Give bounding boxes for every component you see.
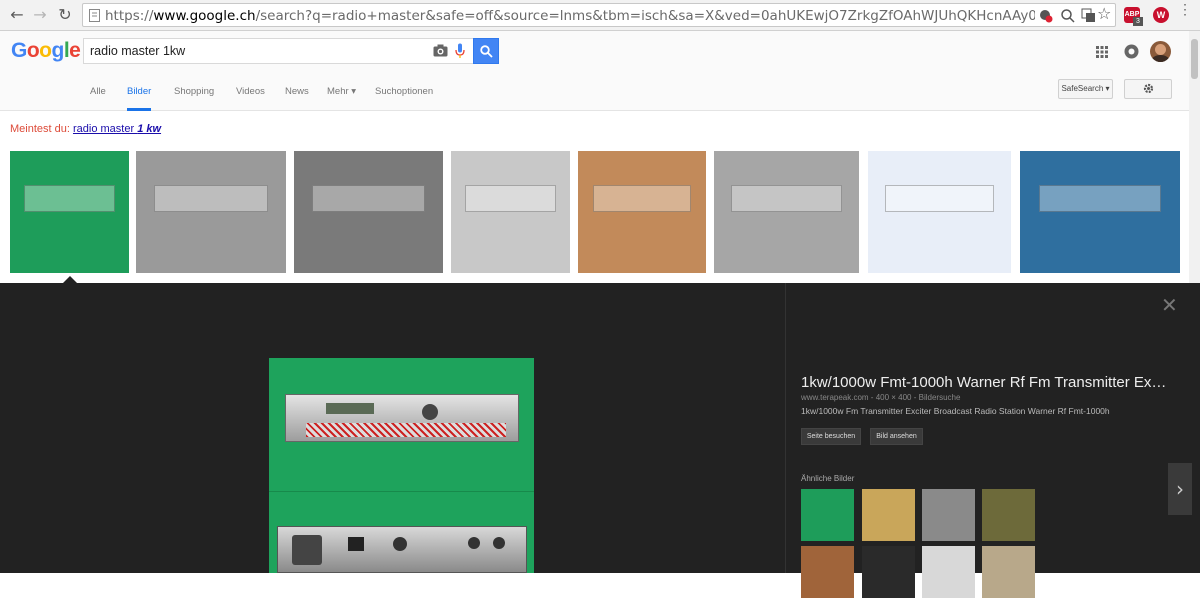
image-result-thumbnail[interactable] bbox=[451, 151, 570, 273]
similar-image-thumbnail[interactable] bbox=[982, 546, 1035, 598]
page-info-icon[interactable] bbox=[89, 9, 100, 22]
image-result-thumbnail[interactable] bbox=[714, 151, 859, 273]
similar-image-thumbnail[interactable] bbox=[862, 489, 915, 541]
close-icon[interactable]: ✕ bbox=[1161, 293, 1178, 317]
back-icon[interactable]: ← bbox=[8, 6, 26, 24]
camera-icon[interactable] bbox=[433, 44, 448, 57]
preview-image[interactable] bbox=[269, 358, 534, 573]
did-you-mean-link[interactable]: radio master 1 kw bbox=[73, 123, 161, 135]
browser-toolbar: ← → ↻ https://www.google.ch/search?q=rad… bbox=[0, 0, 1200, 31]
next-image-button[interactable]: › bbox=[1168, 463, 1192, 515]
microphone-icon[interactable] bbox=[455, 43, 465, 59]
did-you-mean: Meintest du: radio master 1 kw bbox=[10, 123, 161, 135]
search-button[interactable] bbox=[473, 38, 499, 64]
zoom-icon[interactable] bbox=[1061, 9, 1075, 23]
search-input[interactable] bbox=[90, 42, 420, 60]
reload-icon[interactable]: ↻ bbox=[56, 6, 74, 24]
similar-image-thumbnail[interactable] bbox=[801, 489, 854, 541]
image-result-thumbnail[interactable] bbox=[10, 151, 129, 273]
similar-image-thumbnail[interactable] bbox=[922, 546, 975, 598]
forward-icon[interactable]: → bbox=[31, 6, 49, 24]
logo-letter: o bbox=[26, 39, 40, 62]
bookmark-star-icon[interactable]: ☆ bbox=[1097, 4, 1111, 23]
menu-icon[interactable]: ⋮ bbox=[1178, 2, 1192, 16]
image-result-thumbnail[interactable] bbox=[578, 151, 706, 273]
search-box bbox=[83, 38, 474, 64]
address-bar[interactable]: https://www.google.ch/search?q=radio+mas… bbox=[82, 3, 1116, 27]
logo-letter: G bbox=[11, 39, 27, 62]
viewer-title[interactable]: 1kw/1000w Fmt-1000h Warner Rf Fm Transmi… bbox=[801, 374, 1166, 391]
scrollbar-thumb[interactable] bbox=[1191, 39, 1198, 79]
notifications-icon[interactable] bbox=[1124, 44, 1139, 59]
logo-letter: g bbox=[51, 39, 65, 62]
image-result-thumbnail[interactable] bbox=[136, 151, 286, 273]
blocked-content-icon[interactable] bbox=[1039, 9, 1053, 23]
similar-image-thumbnail[interactable] bbox=[862, 546, 915, 598]
image-result-thumbnail[interactable] bbox=[294, 151, 443, 273]
page-scrollbar[interactable] bbox=[1189, 31, 1200, 283]
similar-images-label: Ähnliche Bilder bbox=[801, 474, 855, 483]
google-logo[interactable]: Google bbox=[11, 39, 81, 63]
adblock-count-badge: 3 bbox=[1133, 17, 1143, 26]
translate-icon[interactable] bbox=[1081, 8, 1096, 23]
extension-w-icon[interactable]: W bbox=[1153, 7, 1169, 23]
view-image-button[interactable]: Bild ansehen bbox=[870, 428, 923, 445]
did-you-mean-label: Meintest du: bbox=[10, 123, 70, 135]
logo-letter: o bbox=[39, 39, 52, 62]
image-viewer: 1kw/1000w Fmt-1000h Warner Rf Fm Transmi… bbox=[0, 283, 1200, 598]
search-icon bbox=[479, 45, 493, 58]
tab-alle[interactable]: Alle bbox=[90, 83, 106, 111]
tab-videos[interactable]: Videos bbox=[236, 83, 265, 111]
similar-image-thumbnail[interactable] bbox=[982, 489, 1035, 541]
selected-pointer bbox=[63, 276, 77, 283]
tab-news[interactable]: News bbox=[285, 83, 309, 111]
safesearch-button[interactable]: SafeSearch ▾ bbox=[1058, 79, 1113, 99]
viewer-source: www.terapeak.com - 400 × 400 - Bildersuc… bbox=[801, 393, 961, 402]
viewer-description: 1kw/1000w Fm Transmitter Exciter Broadca… bbox=[801, 406, 1110, 416]
settings-button[interactable] bbox=[1124, 79, 1172, 99]
tab-mehr[interactable]: Mehr ▾ bbox=[327, 83, 356, 111]
tab-shopping[interactable]: Shopping bbox=[174, 83, 214, 111]
google-header: Google AlleBilderS bbox=[0, 31, 1200, 111]
image-result-thumbnail[interactable] bbox=[868, 151, 1011, 273]
visit-page-button[interactable]: Seite besuchen bbox=[801, 428, 861, 445]
tab-suchoptionen[interactable]: Suchoptionen bbox=[375, 83, 433, 111]
similar-image-thumbnail[interactable] bbox=[801, 546, 854, 598]
tab-bilder[interactable]: Bilder bbox=[127, 83, 152, 111]
gear-icon bbox=[1143, 83, 1153, 94]
url-text: https://www.google.ch/search?q=radio+mas… bbox=[105, 8, 1035, 24]
similar-image-thumbnail[interactable] bbox=[922, 489, 975, 541]
logo-letter: e bbox=[69, 39, 81, 62]
viewer-side-panel: 1kw/1000w Fmt-1000h Warner Rf Fm Transmi… bbox=[785, 283, 1200, 598]
avatar[interactable] bbox=[1150, 41, 1171, 62]
image-result-thumbnail[interactable] bbox=[1020, 151, 1180, 273]
apps-grid-icon[interactable] bbox=[1096, 46, 1108, 58]
